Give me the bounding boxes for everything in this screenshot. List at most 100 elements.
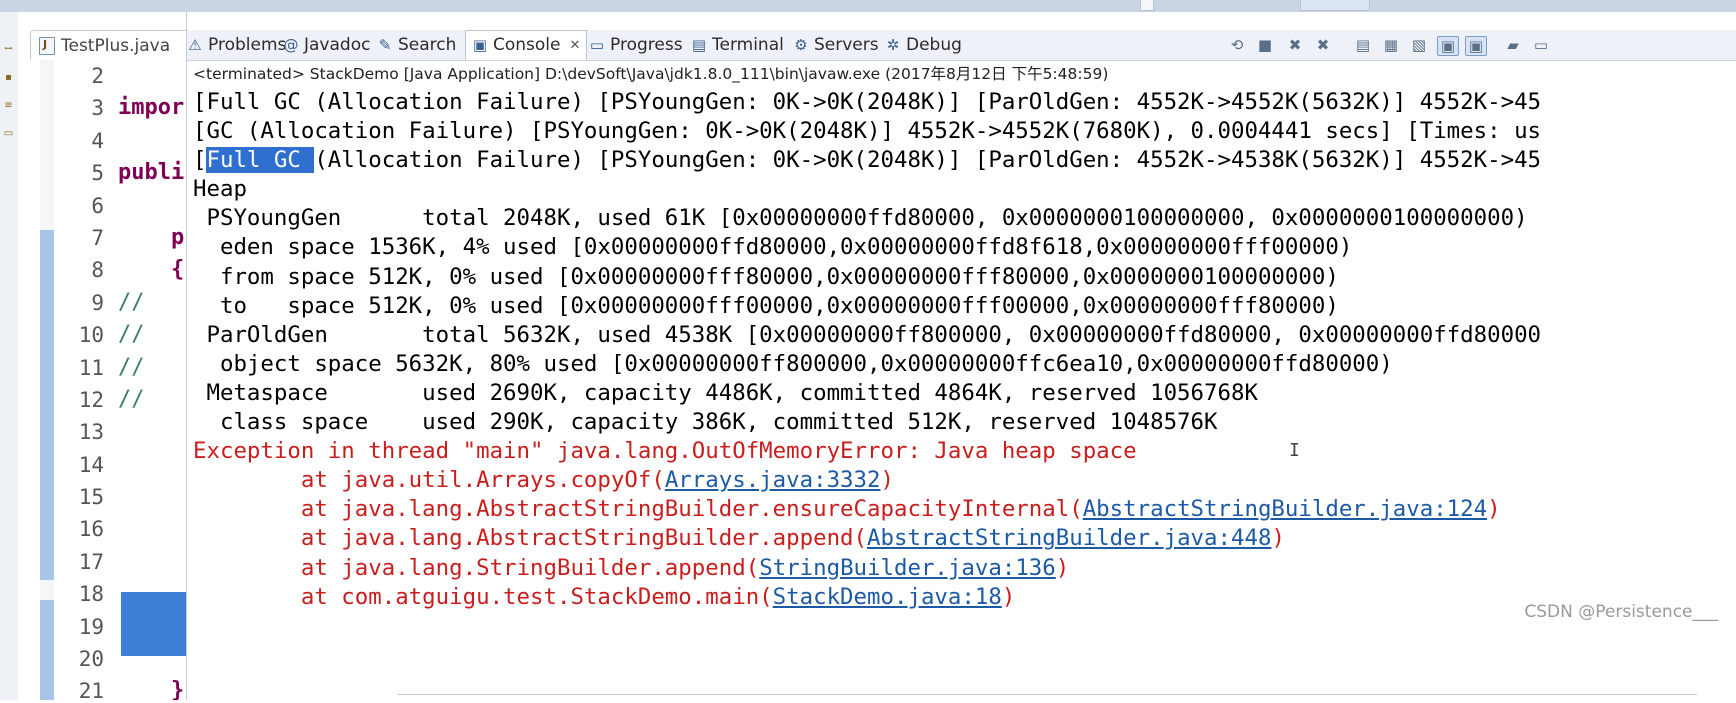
editor-ruler [40,60,54,700]
exception-line: Exception in thread "main" java.lang.Out… [193,438,1137,465]
mouse-cursor-icon: I [1289,440,1300,461]
tab-console[interactable]: ▣ Console ✕ [465,30,588,60]
line-number: 4 [91,128,104,153]
open-console-icon[interactable]: ▰ [1503,36,1523,54]
editor-selection [121,592,186,656]
remove-launch-icon[interactable]: ✖ [1285,36,1305,54]
console-line: eden space 1536K, 4% used [0x00000000ffd… [193,234,1353,261]
stack-frame-close: ) [1487,496,1501,523]
minimize-view-icon[interactable]: ▭ [1531,36,1551,54]
stack-frame: at com.atguigu.test.StackDemo.main(Stack… [193,583,1736,612]
editor-tab[interactable]: TestPlus.java [30,30,186,60]
console-output[interactable]: [Full GC (Allocation Failure) [PSYoungGe… [193,88,1736,612]
pin-console-icon[interactable]: ⟲ [1227,36,1247,54]
line-number: 15 [78,485,104,510]
top-field-b [1300,0,1370,11]
tab-problems[interactable]: ⚠ Problems [187,30,286,60]
stack-frame-link[interactable]: StringBuilder.java:136 [759,555,1056,581]
watermark: CSDN @Persistence___ [1524,602,1718,622]
ruler-change-marker [40,230,54,580]
tab-servers-label: Servers [814,35,879,55]
package-icon[interactable]: ꟷ [3,44,14,55]
console-line: object space 5632K, 80% used [0x00000000… [193,350,1393,377]
code-line: { [118,257,185,283]
tab-debug-label: Debug [906,35,962,55]
scroll-lock-icon[interactable]: ▦ [1381,36,1401,54]
code-line: } [118,678,185,700]
console-line: [Full GC (Allocation Failure) [PSYoungGe… [193,89,1542,115]
problems-icon: ⚠ [188,36,202,54]
at-icon: @ [283,36,299,54]
line-number: 20 [78,647,104,672]
line-number: 19 [78,614,104,639]
close-icon[interactable]: ✕ [570,38,581,53]
stack-trace: at java.util.Arrays.copyOf(Arrays.java:3… [193,466,1736,611]
editor-tab-title: TestPlus.java [61,35,171,56]
tab-servers[interactable]: ⚙ Servers [793,30,879,60]
tab-terminal-label: Terminal [712,35,784,55]
stack-frame-link[interactable]: Arrays.java:3332 [665,467,881,493]
tab-debug[interactable]: ✲ Debug [885,30,962,60]
code-line: // [118,386,145,412]
line-number: 16 [78,517,104,542]
console-line: [Full GC (Allocation Failure) [PSYoungGe… [193,146,1736,175]
stack-frame-close: ) [1055,554,1070,581]
tab-javadoc[interactable]: @ Javadoc [283,30,371,60]
terminal-icon: ▤ [691,36,707,54]
stack-frame-link[interactable]: AbstractStringBuilder.java:448 [867,525,1271,551]
code-line: // [118,354,145,380]
line-number: 6 [91,193,104,218]
tab-terminal[interactable]: ▤ Terminal [691,30,784,60]
console-line: Heap [193,176,247,203]
tab-search[interactable]: ✎ Search [377,30,457,60]
line-number: 18 [78,582,104,607]
line-number: 8 [91,258,104,283]
line-number: 7 [91,225,104,250]
show-on-error-icon[interactable]: ▣ [1465,36,1487,56]
horizontal-scrollbar[interactable] [397,694,1697,703]
outline-icon[interactable]: ≡ [3,100,14,111]
remove-all-icon[interactable]: ✖ [1313,36,1333,54]
console-line: ParOldGen total 5632K, used 4538K [0x000… [193,321,1542,348]
console-line: Metaspace used 2690K, capacity 4486K, co… [193,379,1258,406]
stack-frame: at java.lang.AbstractStringBuilder.ensur… [193,495,1736,524]
stack-frame: at java.lang.StringBuilder.append(String… [193,554,1736,583]
code-editor: TestPlus.java 2 3 4 5 6 7 8 9 10 11 12 13 14 15 16 17 18… [18,12,186,700]
code-line: impor [118,95,185,121]
tab-progress-label: Progress [610,35,683,55]
stack-frame: at java.lang.AbstractStringBuilder.appen… [193,524,1736,553]
tab-search-label: Search [398,35,457,55]
clear-console-icon[interactable]: ▤ [1353,36,1373,54]
folder-icon[interactable]: ▭ [3,128,14,139]
terminate-icon[interactable]: ■ [1255,36,1275,54]
line-numbers: 2 3 4 5 6 7 8 9 10 11 12 13 14 15 16 17 18 19 20 21 [54,60,110,700]
line-number: 12 [78,387,104,412]
view-tab-bar: ⚠ Problems @ Javadoc ✎ Search ▣ Console … [187,30,1736,61]
console-line: to space 512K, 0% used [0x00000000fff000… [193,292,1339,319]
stack-frame-close: ) [880,467,894,494]
stack-frame-link[interactable]: StackDemo.java:18 [773,584,1002,610]
show-on-output-icon[interactable]: ▣ [1437,36,1459,56]
code-line: publi [118,160,185,186]
line-number: 10 [78,323,104,348]
stack-frame-method: at java.lang.AbstractStringBuilder.ensur… [193,496,1083,523]
line-number: 2 [91,64,104,88]
stack-frame-link[interactable]: AbstractStringBuilder.java:124 [1083,496,1487,522]
progress-icon: ▭ [589,36,605,54]
ruler-change-marker [40,600,54,700]
hierarchy-icon[interactable]: ▪ [3,72,14,83]
text-selection: Full GC [206,147,315,174]
word-wrap-icon[interactable]: ▧ [1409,36,1429,54]
line-number: 11 [78,355,104,380]
top-field-a [1140,0,1154,11]
launch-status: <terminated> StackDemo [Java Application… [193,65,1109,83]
stack-frame-method: at java.lang.AbstractStringBuilder.appen… [193,525,868,552]
console-line: class space used 290K, capacity 386K, co… [193,409,1218,436]
tab-progress[interactable]: ▭ Progress [589,30,683,60]
console-view: ⚠ Problems @ Javadoc ✎ Search ▣ Console … [186,12,1736,700]
